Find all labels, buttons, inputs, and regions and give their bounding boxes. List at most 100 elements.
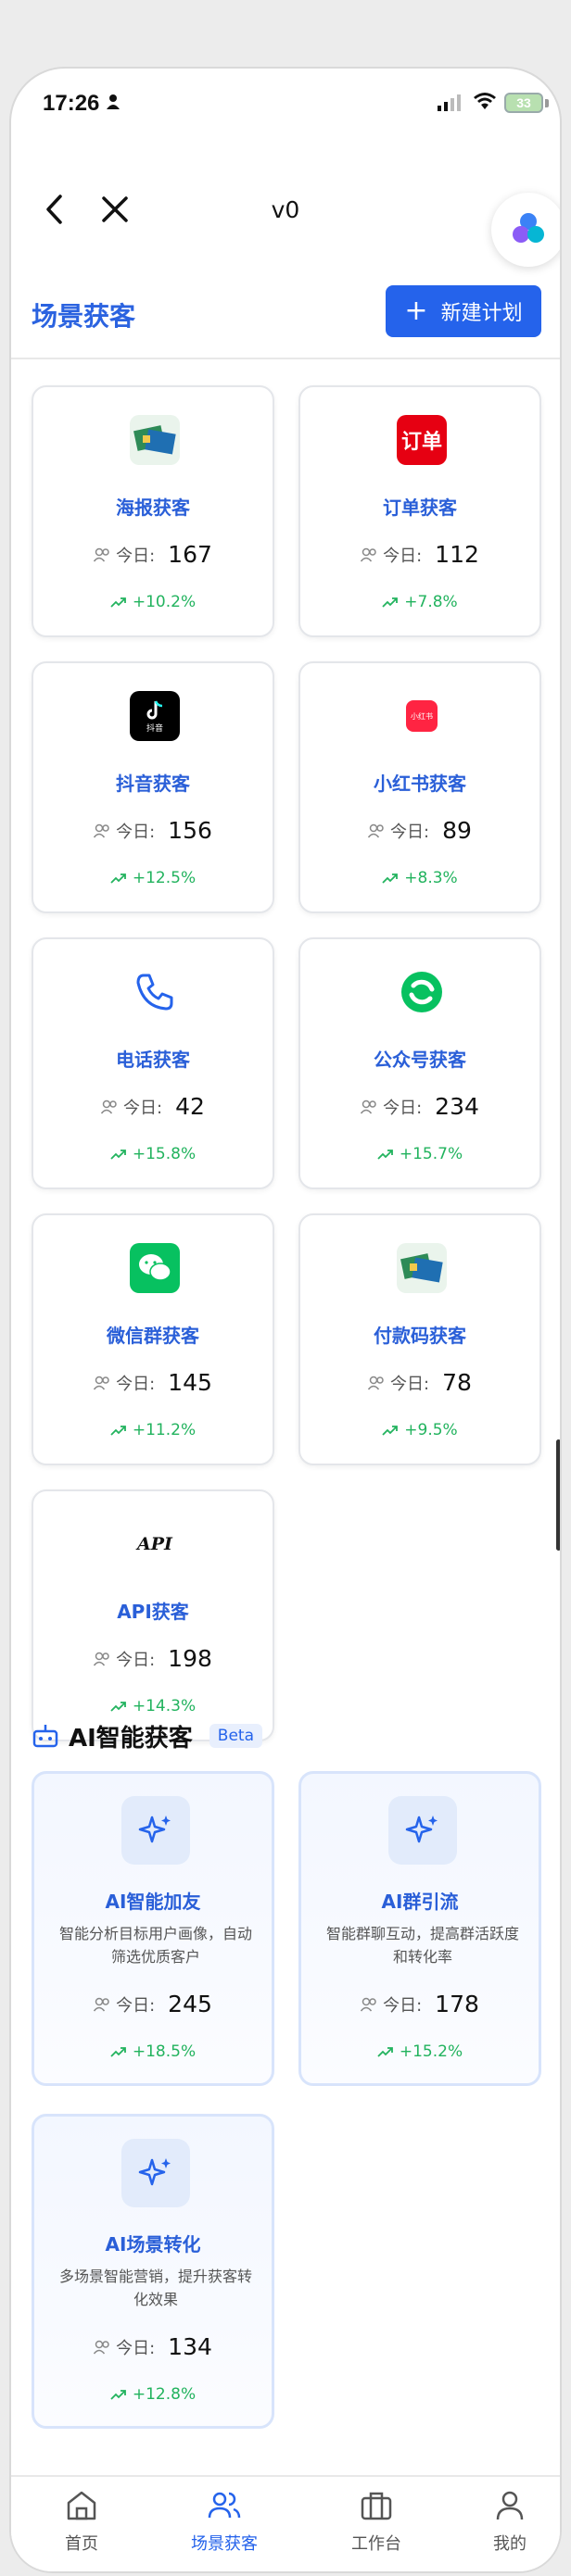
ai-card-desc: 智能群聊互动，提高群活跃度和转化率	[325, 1925, 519, 1966]
channel-name: 订单获客	[383, 496, 457, 519]
official-account-icon	[397, 967, 447, 1017]
poster-icon	[130, 415, 180, 465]
trend-up-icon	[110, 2047, 126, 2057]
channel-card-poster[interactable]: 海报获客 今日: 167 +10.2%	[32, 385, 274, 637]
trend-value: +9.5%	[404, 1421, 458, 1439]
trend: +15.2%	[301, 2042, 539, 2061]
trend-value: +10.2%	[132, 593, 197, 611]
trend-up-icon	[110, 1426, 126, 1436]
users-icon	[94, 547, 109, 561]
trend-up-icon	[110, 1150, 126, 1160]
today-label: 今日:	[116, 822, 156, 842]
trend-value: +11.2%	[132, 1421, 197, 1439]
today-label: 今日:	[383, 546, 423, 566]
channel-name: 抖音获客	[116, 773, 190, 795]
today-value: 78	[442, 1369, 472, 1396]
trend-up-icon	[382, 873, 399, 884]
today-stat: 今日: 42	[33, 1093, 273, 1120]
trend-up-icon	[110, 597, 126, 608]
trend-value: +15.7%	[399, 1145, 463, 1163]
trend: +7.8%	[300, 593, 539, 611]
briefcase-icon	[361, 2492, 392, 2520]
trend: +8.3%	[300, 869, 539, 887]
trend: +9.5%	[300, 1421, 539, 1439]
users-icon	[208, 2492, 241, 2519]
robot-icon	[32, 1725, 58, 1748]
scrollbar[interactable]	[556, 1439, 560, 1551]
tab-workbench[interactable]: 工作台	[321, 2488, 432, 2555]
today-stat: 今日: 134	[34, 2333, 272, 2360]
ai-card-name: AI群引流	[381, 1891, 459, 1913]
sparkle-icon	[121, 1796, 190, 1865]
section-header: 场景获客 + 新建计划	[11, 276, 560, 359]
today-label: 今日:	[116, 546, 156, 566]
today-stat: 今日: 245	[34, 1991, 272, 2017]
channel-name: 公众号获客	[374, 1049, 466, 1071]
ai-card-desc: 多场景智能营销，提升获客转化效果	[58, 2268, 252, 2308]
today-value: 89	[442, 817, 472, 844]
assistant-bubble[interactable]	[491, 193, 560, 267]
channel-card-api[interactable]: API API获客 今日: 198 +14.3%	[32, 1489, 274, 1741]
channel-card-official-account[interactable]: 公众号获客 今日: 234 +15.7%	[298, 937, 541, 1189]
trend-value: +12.8%	[132, 2385, 197, 2404]
status-time: 17:26	[43, 91, 100, 116]
today-stat: 今日: 234	[300, 1093, 539, 1120]
ai-section-title: AI智能获客	[69, 1724, 193, 1753]
trend-up-icon	[110, 873, 126, 884]
channel-name: 电话获客	[116, 1049, 190, 1071]
users-icon	[361, 547, 376, 561]
battery-icon: 33	[504, 93, 543, 113]
trend-value: +15.8%	[132, 1145, 197, 1163]
tab-home[interactable]: 首页	[26, 2488, 137, 2555]
wechat-group-icon	[130, 1243, 180, 1293]
channel-card-phone[interactable]: 电话获客 今日: 42 +15.8%	[32, 937, 274, 1189]
today-value: 198	[168, 1645, 212, 1672]
users-icon	[101, 1100, 117, 1113]
channel-card-order[interactable]: 订单 订单获客 今日: 112 +7.8%	[298, 385, 541, 637]
today-stat: 今日: 89	[300, 817, 539, 844]
nav-bar: v0	[11, 189, 560, 235]
trend-up-icon	[377, 1150, 393, 1160]
person-icon	[107, 94, 120, 109]
tab-scene-acquisition[interactable]: 场景获客	[169, 2488, 280, 2555]
battery-level: 33	[516, 95, 531, 110]
users-icon	[361, 1100, 376, 1113]
today-label: 今日:	[116, 1374, 156, 1394]
users-icon	[94, 1997, 109, 2011]
trend-value: +7.8%	[404, 593, 458, 611]
today-value: 42	[175, 1093, 205, 1120]
order-icon-text: 订单	[400, 431, 442, 454]
today-value: 156	[168, 817, 212, 844]
today-stat: 今日: 178	[301, 1991, 539, 2017]
channel-name: 小红书获客	[374, 773, 466, 795]
today-stat: 今日: 145	[33, 1369, 273, 1396]
sparkle-icon	[121, 2139, 190, 2207]
ai-card-desc: 智能分析目标用户画像，自动筛选优质客户	[58, 1925, 252, 1966]
ai-card-smart-add[interactable]: AI智能加友 智能分析目标用户画像，自动筛选优质客户 今日: 245 +18.5…	[32, 1771, 274, 2086]
new-plan-button[interactable]: + 新建计划	[386, 285, 541, 337]
today-label: 今日:	[123, 1098, 163, 1118]
users-icon	[94, 823, 109, 837]
channel-card-wechat-group[interactable]: 微信群获客 今日: 145 +11.2%	[32, 1213, 274, 1465]
tab-mine[interactable]: 我的	[454, 2488, 560, 2555]
tab-label: 我的	[493, 2534, 527, 2554]
users-icon	[94, 1652, 109, 1665]
battery-tip	[545, 99, 549, 107]
ai-card-scene-conversion[interactable]: AI场景转化 多场景智能营销，提升获客转化效果 今日: 134 +12.8%	[32, 2114, 274, 2429]
tab-label: 场景获客	[191, 2534, 258, 2554]
phone-icon	[130, 967, 180, 1017]
today-value: 178	[435, 1991, 479, 2017]
assistant-icon	[513, 213, 544, 243]
today-value: 112	[435, 541, 479, 568]
tab-label: 首页	[65, 2534, 98, 2554]
channel-card-payment-code[interactable]: 付款码获客 今日: 78 +9.5%	[298, 1213, 541, 1465]
channel-card-douyin[interactable]: 抖音 抖音获客 今日: 156 +12.5%	[32, 661, 274, 913]
today-value: 245	[168, 1991, 212, 2017]
users-icon	[361, 1997, 376, 2011]
ai-card-group-traffic[interactable]: AI群引流 智能群聊互动，提高群活跃度和转化率 今日: 178 +15.2%	[298, 1771, 541, 2086]
douyin-icon: 抖音	[130, 691, 180, 741]
douyin-note-glyph	[146, 699, 163, 719]
channel-card-xiaohongshu[interactable]: 小红书 小红书获客 今日: 89 +8.3%	[298, 661, 541, 913]
api-icon-text: API	[137, 1534, 172, 1554]
wifi-icon	[474, 93, 496, 109]
